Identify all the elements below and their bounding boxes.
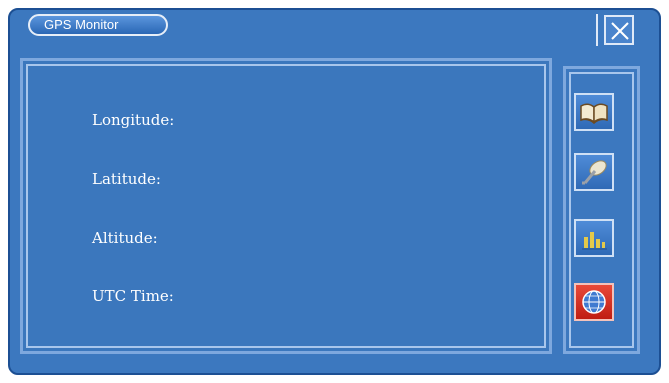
satellite-dish-icon [582, 160, 607, 185]
altitude-label: Altitude: [92, 229, 158, 247]
book-button[interactable] [574, 93, 614, 131]
utc-time-label: UTC Time: [92, 287, 174, 305]
globe-button[interactable] [574, 283, 614, 321]
close-icon [611, 22, 629, 40]
bar-chart-icon [582, 232, 607, 250]
gps-data-panel [20, 58, 552, 354]
globe-icon [582, 290, 606, 314]
book-icon [580, 103, 608, 124]
satellite-dish-button[interactable] [574, 153, 614, 191]
title-divider [596, 14, 598, 46]
statistics-button[interactable] [574, 219, 614, 257]
latitude-label: Latitude: [92, 170, 161, 188]
close-button[interactable] [604, 15, 634, 45]
window-title: GPS Monitor [28, 14, 168, 36]
longitude-label: Longitude: [92, 111, 175, 129]
